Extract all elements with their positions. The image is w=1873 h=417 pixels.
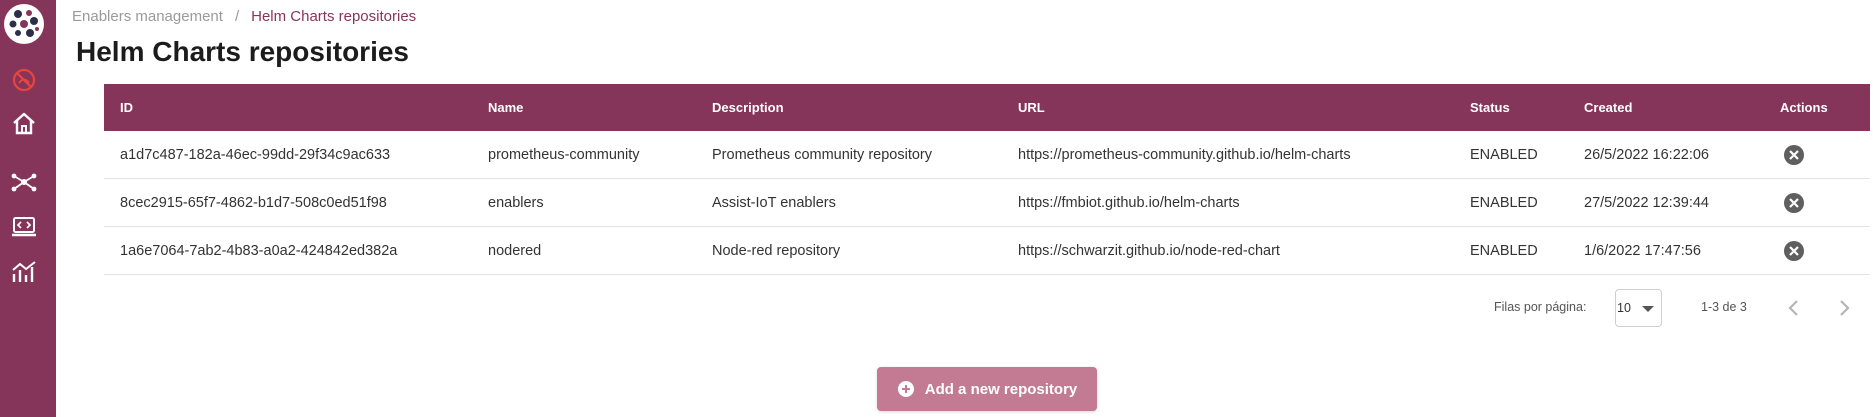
header-status: Status	[1470, 100, 1510, 115]
delete-icon[interactable]	[1784, 193, 1804, 213]
table-row: 1a6e7064-7ab2-4b83-a0a2-424842ed382a nod…	[104, 227, 1870, 275]
cell-url: https://fmbiot.github.io/helm-charts	[1018, 195, 1240, 211]
cell-id: 8cec2915-65f7-4862-b1d7-508c0ed51f98	[120, 195, 387, 211]
rows-per-page-select[interactable]: 10	[1615, 289, 1662, 327]
cell-status: ENABLED	[1470, 195, 1538, 211]
network-topology-icon[interactable]	[8, 166, 40, 198]
cell-status: ENABLED	[1470, 147, 1538, 163]
sidebar	[0, 0, 56, 417]
cell-id: a1d7c487-182a-46ec-99dd-29f34c9ac633	[120, 147, 391, 163]
home-icon[interactable]	[8, 108, 40, 140]
cell-created: 1/6/2022 17:47:56	[1584, 243, 1701, 259]
add-repository-button[interactable]: Add a new repository	[877, 367, 1097, 411]
cell-created: 26/5/2022 16:22:06	[1584, 147, 1709, 163]
cell-url: https://prometheus-community.github.io/h…	[1018, 147, 1351, 163]
header-id: ID	[120, 100, 133, 115]
cell-id: 1a6e7064-7ab2-4b83-a0a2-424842ed382a	[120, 243, 398, 259]
header-name: Name	[488, 100, 524, 115]
cell-name: enablers	[488, 195, 544, 211]
chevron-down-icon	[1642, 306, 1654, 312]
repositories-table: ID Name Description URL Status Created A…	[104, 84, 1870, 275]
header-description: Description	[712, 100, 784, 115]
delete-icon[interactable]	[1784, 241, 1804, 261]
rows-per-page-value: 10	[1617, 301, 1631, 315]
page-range: 1-3 de 3	[1701, 300, 1747, 314]
page-title: Helm Charts repositories	[76, 36, 409, 67]
table-header: ID Name Description URL Status Created A…	[104, 84, 1870, 131]
header-url: URL	[1018, 100, 1045, 115]
pagination: Filas por página: 10 1-3 de 3	[0, 288, 1873, 328]
code-laptop-icon[interactable]	[8, 211, 40, 243]
cell-description: Prometheus community repository	[712, 147, 932, 163]
app-logo[interactable]	[4, 4, 44, 44]
cell-created: 27/5/2022 12:39:44	[1584, 195, 1709, 211]
previous-page-icon[interactable]	[1782, 296, 1806, 320]
cell-url: https://schwarzit.github.io/node-red-cha…	[1018, 243, 1280, 259]
breadcrumb-current: Helm Charts repositories	[251, 8, 417, 25]
breadcrumb: Enablers management / Helm Charts reposi…	[72, 8, 416, 25]
table-row: a1d7c487-182a-46ec-99dd-29f34c9ac633 pro…	[104, 131, 1870, 179]
rows-per-page-label: Filas por página:	[1494, 300, 1587, 314]
cell-description: Assist-IoT enablers	[712, 195, 836, 211]
cell-name: nodered	[488, 243, 542, 259]
add-repository-label: Add a new repository	[924, 380, 1078, 398]
cell-name: prometheus-community	[488, 147, 640, 163]
next-page-icon[interactable]	[1832, 296, 1856, 320]
disabled-network-icon[interactable]	[8, 64, 40, 96]
header-created: Created	[1584, 100, 1633, 115]
breadcrumb-separator: /	[234, 8, 240, 25]
cell-status: ENABLED	[1470, 243, 1538, 259]
table-row: 8cec2915-65f7-4862-b1d7-508c0ed51f98 ena…	[104, 179, 1870, 227]
cell-description: Node-red repository	[712, 243, 841, 259]
add-circle-icon	[897, 381, 914, 397]
header-actions: Actions	[1780, 100, 1828, 115]
analytics-chart-icon[interactable]	[8, 256, 40, 288]
breadcrumb-enablers-management[interactable]: Enablers management	[72, 8, 223, 25]
delete-icon[interactable]	[1784, 145, 1804, 165]
